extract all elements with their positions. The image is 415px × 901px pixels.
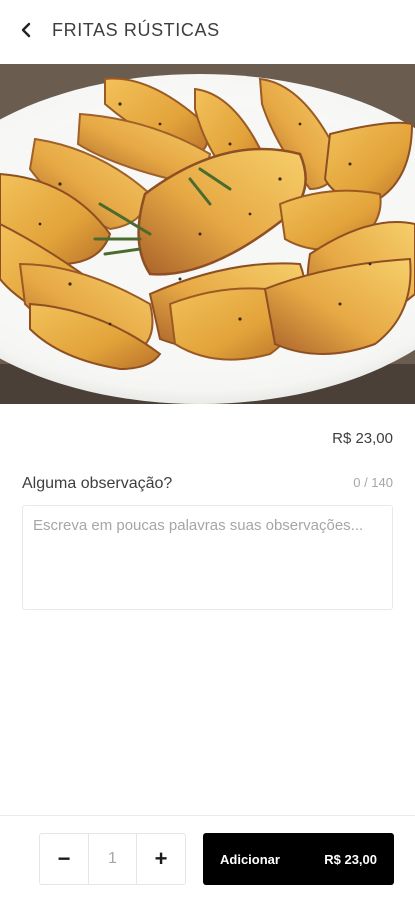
top-bar: FRITAS RÚSTICAS [0, 0, 415, 62]
decrease-quantity-button[interactable]: − [40, 834, 88, 884]
observation-label: Alguma observação? [22, 475, 173, 492]
add-button-price: R$ 23,00 [324, 851, 377, 867]
bottom-bar: − 1 + Adicionar R$ 23,00 [0, 815, 415, 901]
product-image [0, 64, 415, 404]
observation-char-counter: 0 / 140 [353, 475, 393, 490]
back-button[interactable] [12, 18, 40, 46]
minus-icon: − [57, 846, 71, 871]
product-price: R$ 23,00 [332, 430, 393, 447]
add-button-label: Adicionar [220, 851, 280, 867]
quantity-value: 1 [88, 834, 137, 884]
increase-quantity-button[interactable]: + [137, 834, 185, 884]
quantity-stepper: − 1 + [39, 833, 186, 885]
page-title: FRITAS RÚSTICAS [52, 20, 220, 40]
observation-input[interactable] [22, 505, 393, 610]
plus-icon: + [154, 846, 168, 871]
chevron-left-icon [19, 22, 33, 43]
add-to-cart-button[interactable]: Adicionar R$ 23,00 [203, 833, 394, 885]
